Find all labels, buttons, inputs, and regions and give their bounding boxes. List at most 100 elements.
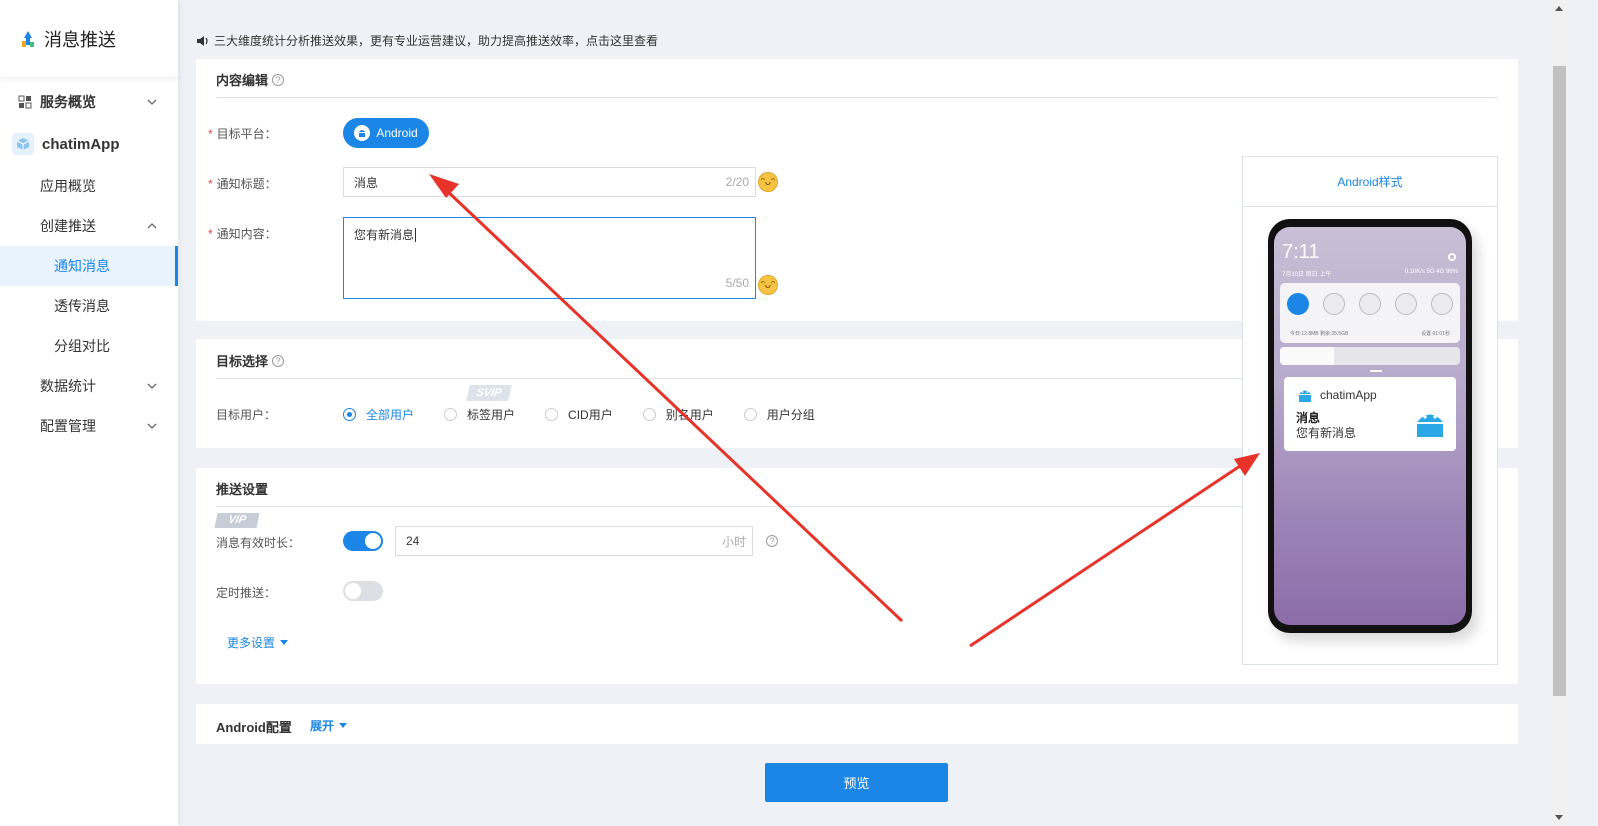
sidebar-item-label: 透传消息 bbox=[54, 298, 110, 314]
page-scrollbar[interactable] bbox=[1551, 0, 1568, 826]
sidebar-item-label: 应用概览 bbox=[40, 178, 96, 194]
sidebar-item-group-compare[interactable]: 分组对比 bbox=[0, 326, 178, 366]
radio-all-users[interactable]: 全部用户 bbox=[343, 406, 414, 423]
sidebar-item-config[interactable]: 配置管理 bbox=[0, 406, 178, 446]
sidebar-item-label: 创建推送 bbox=[40, 218, 96, 234]
radio-user-group[interactable]: 用户分组 bbox=[743, 406, 815, 423]
section-title: 内容编辑 bbox=[216, 73, 269, 88]
phone-status: 0.10K/s 5G 4G 96% bbox=[1404, 269, 1458, 275]
phone-clock: 7:11 bbox=[1282, 241, 1320, 263]
more-settings-link[interactable]: 更多设置 bbox=[227, 634, 289, 651]
notify-content-textarea[interactable]: 您有新消息 5/50 bbox=[343, 217, 756, 299]
brand: 消息推送 bbox=[0, 0, 178, 78]
sidebar-item-service-overview[interactable]: 服务概览 bbox=[0, 82, 178, 122]
data-settings: 设置 01:01秒 bbox=[1421, 331, 1450, 337]
notify-content-label: * 通知内容： bbox=[208, 227, 277, 241]
help-icon[interactable]: ? bbox=[272, 73, 285, 86]
sidebar-item-label: 分组对比 bbox=[54, 338, 110, 354]
scrollbar-thumb[interactable] bbox=[1553, 66, 1566, 696]
preview-style-title[interactable]: Android样式 bbox=[1243, 157, 1497, 207]
data-toggle-icon bbox=[1287, 293, 1309, 315]
radio-cid-users[interactable]: CID用户 bbox=[545, 406, 613, 423]
push-settings-title: 推送设置 bbox=[216, 482, 269, 497]
more-settings-label: 更多设置 bbox=[227, 636, 276, 650]
content-edit-title: 内容编辑 ? bbox=[216, 70, 285, 89]
phone-date: 7月10日 周日 上午 bbox=[1282, 272, 1332, 278]
wifi-icon bbox=[1395, 293, 1417, 315]
notice-bar[interactable]: 三大维度统计分析推送效果，更有专业运营建议，助力提高推送效率，点击这里查看 bbox=[196, 32, 658, 49]
android-label: Android bbox=[376, 126, 418, 140]
ttl-toggle[interactable] bbox=[343, 531, 383, 551]
char-count: 5/50 bbox=[725, 276, 749, 290]
chevron-down-icon bbox=[147, 383, 157, 389]
notify-title-label: * 通知标题： bbox=[208, 177, 277, 191]
notification-card: chatimApp 消息 您有新消息 bbox=[1284, 377, 1456, 451]
rotate-icon bbox=[1359, 293, 1381, 315]
scroll-down-icon[interactable] bbox=[1555, 815, 1563, 820]
notify-content-value: 您有新消息 bbox=[354, 228, 415, 242]
target-users-radio-group: 全部用户 标签用户 CID用户 别名用户 用户分组 bbox=[343, 406, 845, 423]
help-icon[interactable]: ? bbox=[766, 535, 778, 547]
android-icon bbox=[354, 125, 371, 141]
speaker-icon bbox=[197, 35, 208, 46]
phone-mockup: 7:11 7月10日 周日 上午 0.10K/s 5G 4G 96% 今日:12… bbox=[1268, 219, 1472, 633]
flashlight-icon bbox=[1431, 293, 1453, 315]
brand-title: 消息推送 bbox=[44, 29, 116, 50]
app-selector[interactable]: chatimApp bbox=[0, 122, 178, 166]
notify-title-input[interactable]: 消息 2/20 bbox=[343, 167, 756, 197]
target-users-label: 目标用户： bbox=[216, 408, 277, 422]
expand-label: 展开 bbox=[310, 719, 335, 733]
sidebar-item-label: 服务概览 bbox=[40, 94, 96, 110]
divider bbox=[216, 97, 1498, 98]
preview-button[interactable]: 预览 bbox=[765, 763, 948, 802]
android-robot-icon bbox=[1299, 390, 1311, 402]
notice-text: 三大维度统计分析推送效果，更有专业运营建议，助力提高推送效率，点击这里查看 bbox=[214, 34, 659, 48]
emoji-picker-icon[interactable]: ᵔᴗᵔ bbox=[758, 275, 778, 295]
notif-app-name: chatimApp bbox=[1320, 388, 1377, 402]
android-platform-button[interactable]: Android bbox=[343, 118, 429, 148]
platform-label: * 目标平台： bbox=[208, 127, 277, 141]
settings-gear-icon bbox=[1448, 253, 1456, 261]
scroll-up-icon[interactable] bbox=[1555, 6, 1563, 11]
char-count: 2/20 bbox=[725, 175, 749, 189]
caret-down-icon bbox=[280, 640, 289, 645]
expand-link[interactable]: 展开 bbox=[310, 717, 348, 734]
section-title: 目标选择 bbox=[216, 354, 269, 369]
android-robot-large-icon bbox=[1417, 414, 1443, 437]
android-config-card: Android配置 展开 bbox=[196, 704, 1518, 744]
sidebar-item-passthrough[interactable]: 透传消息 bbox=[0, 286, 178, 326]
sidebar-item-statistics[interactable]: 数据统计 bbox=[0, 366, 178, 406]
ttl-value: 24 bbox=[406, 534, 420, 548]
sidebar-item-app-overview[interactable]: 应用概览 bbox=[0, 166, 178, 206]
target-title: 目标选择 ? bbox=[216, 351, 285, 370]
schedule-toggle[interactable] bbox=[343, 581, 383, 601]
ttl-label: 消息有效时长： bbox=[216, 536, 301, 550]
radio-tag-users[interactable]: 标签用户 bbox=[444, 406, 515, 423]
grid-icon bbox=[18, 95, 32, 109]
app-name: chatimApp bbox=[42, 135, 120, 153]
sidebar-item-label: 数据统计 bbox=[40, 378, 96, 394]
schedule-label: 定时推送： bbox=[216, 586, 277, 600]
help-icon[interactable]: ? bbox=[272, 354, 285, 367]
sidebar-item-create-push[interactable]: 创建推送 bbox=[0, 206, 178, 246]
emoji-picker-icon[interactable]: ᵔᴗᵔ bbox=[758, 172, 778, 192]
notif-body: 您有新消息 bbox=[1296, 426, 1357, 440]
vip-badge: VIP bbox=[214, 513, 260, 528]
ttl-input[interactable]: 24 小时 bbox=[395, 526, 753, 556]
sidebar-item-notification[interactable]: 通知消息 bbox=[0, 246, 178, 286]
phone-status-bar: 7月10日 周日 上午 0.10K/s 5G 4G 96% bbox=[1282, 269, 1458, 278]
chevron-down-icon bbox=[147, 423, 157, 429]
sidebar-item-label: 通知消息 bbox=[54, 258, 110, 274]
android-config-title: Android配置 bbox=[216, 717, 292, 736]
push-logo-icon bbox=[22, 30, 34, 47]
sidebar-item-label: 配置管理 bbox=[40, 418, 96, 434]
radio-alias-users[interactable]: 别名用户 bbox=[642, 406, 714, 423]
chevron-up-icon bbox=[147, 223, 157, 229]
svip-badge: SVIP bbox=[466, 385, 512, 401]
ttl-unit: 小时 bbox=[721, 534, 746, 549]
notif-app-row: chatimApp bbox=[1296, 386, 1377, 404]
brightness-slider bbox=[1280, 347, 1460, 365]
quick-settings: 今日:12.8MB 剩余:35.5GB 设置 01:01秒 bbox=[1280, 283, 1460, 343]
app-cube-icon bbox=[12, 133, 34, 155]
phone-screen: 7:11 7月10日 周日 上午 0.10K/s 5G 4G 96% 今日:12… bbox=[1274, 227, 1466, 625]
